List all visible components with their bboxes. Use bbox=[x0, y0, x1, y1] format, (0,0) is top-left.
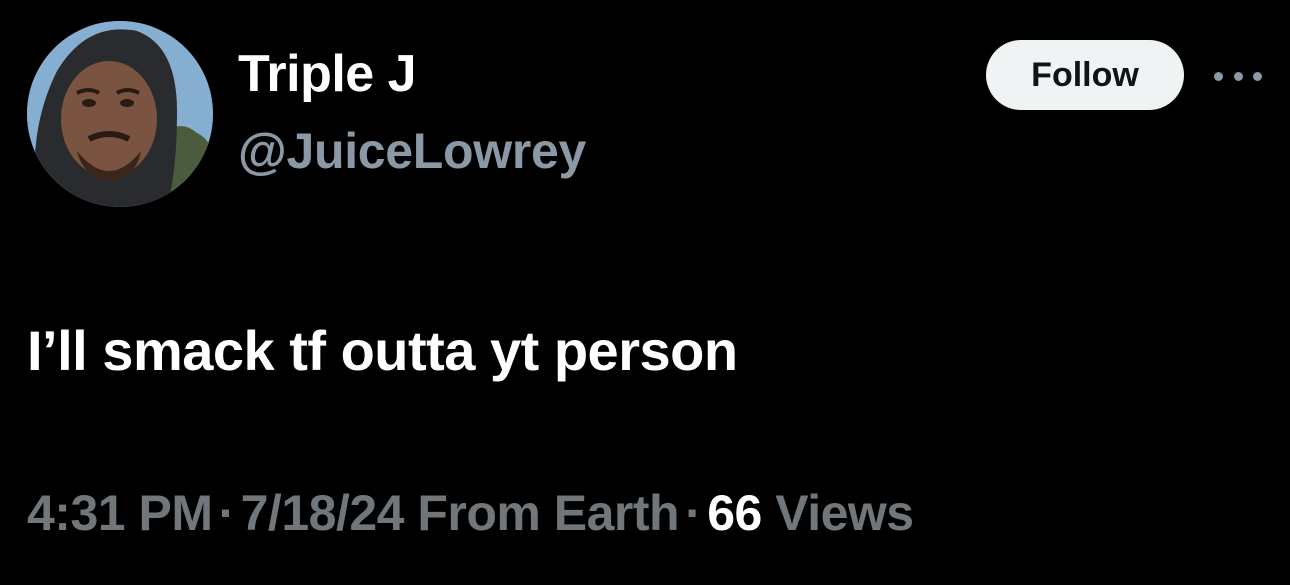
author-display-name[interactable]: Triple J bbox=[238, 44, 417, 104]
tweet-meta: 4:31 PM · 7/18/24 From Earth · 66 Views bbox=[27, 484, 914, 542]
separator: · bbox=[685, 485, 702, 541]
separator: · bbox=[218, 485, 235, 541]
dot bbox=[1253, 71, 1262, 81]
tweet-date[interactable]: 7/18/24 bbox=[241, 485, 405, 541]
tweet-text: I’ll smack tf outta yt person bbox=[27, 319, 738, 382]
tweet-source: From Earth bbox=[417, 485, 680, 541]
follow-button[interactable]: Follow bbox=[986, 40, 1184, 110]
views-count: 66 bbox=[707, 485, 762, 541]
avatar-photo bbox=[27, 21, 213, 207]
avatar[interactable] bbox=[27, 21, 213, 207]
more-horizontal-icon[interactable] bbox=[1214, 64, 1262, 88]
tweet-card: Triple J @JuiceLowrey Follow I’ll smack … bbox=[0, 0, 1290, 585]
views-label: Views bbox=[775, 485, 914, 541]
dot bbox=[1233, 71, 1243, 81]
author-handle[interactable]: @JuiceLowrey bbox=[238, 122, 586, 180]
dot bbox=[1214, 71, 1223, 81]
tweet-time[interactable]: 4:31 PM bbox=[27, 485, 213, 541]
